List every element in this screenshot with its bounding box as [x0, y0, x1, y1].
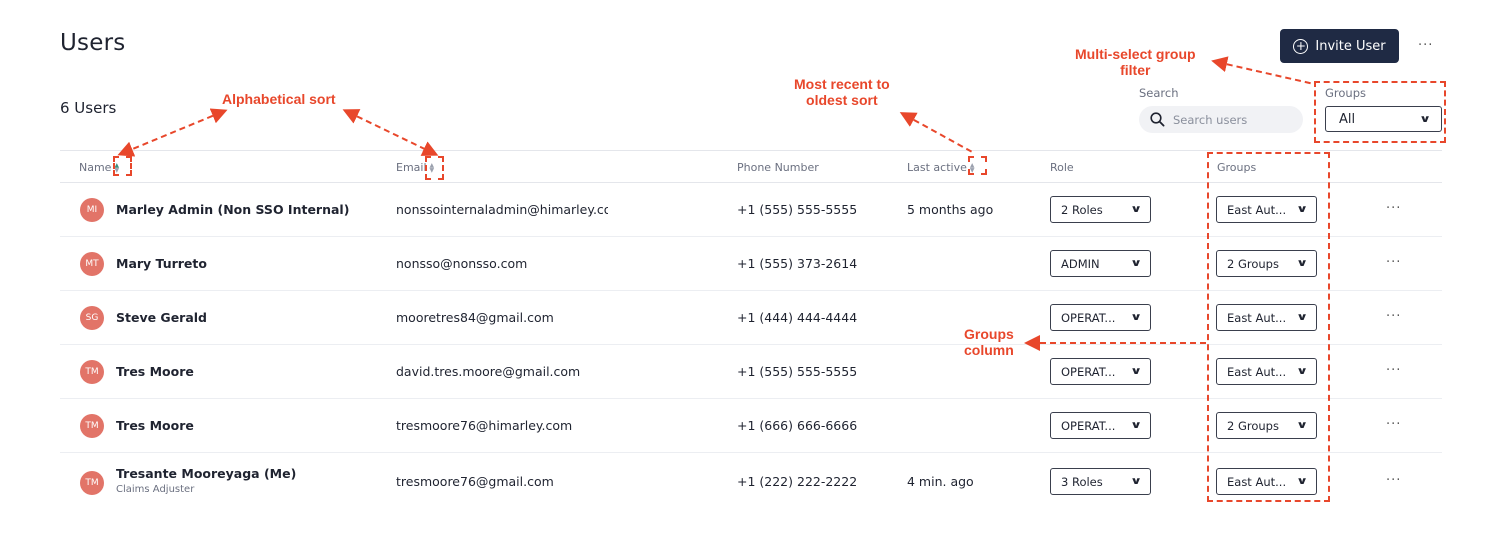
user-name: Steve Gerald [116, 310, 208, 325]
column-header-label: Phone Number [737, 161, 819, 174]
column-header-role: Role [1050, 161, 1074, 174]
chevron-down-icon: ∨ [1129, 312, 1143, 323]
role-select-value: OPERAT... [1061, 364, 1116, 379]
user-phone: +1 (444) 444-4444 [737, 310, 858, 325]
avatar: TM [80, 360, 104, 384]
column-header-label: Name [79, 161, 112, 174]
role-select-value: OPERAT... [1061, 310, 1116, 325]
user-last-active: 4 min. ago [907, 474, 974, 489]
page-title: Users [60, 30, 126, 56]
user-name: Tresante Mooreyaga (Me) [116, 466, 297, 481]
search-icon [1150, 112, 1165, 127]
avatar: MI [80, 198, 104, 222]
user-phone: +1 (666) 666-6666 [737, 418, 858, 433]
avatar: TM [80, 471, 104, 495]
user-phone: +1 (222) 222-2222 [737, 474, 858, 489]
row-more-options-icon[interactable]: ··· [1386, 309, 1401, 324]
role-select[interactable]: 2 Roles ∨ [1050, 196, 1151, 223]
page-more-options-icon[interactable]: ··· [1418, 38, 1433, 53]
annotation-alphabetical-sort: Alphabetical sort [222, 91, 336, 107]
role-select-value: ADMIN [1061, 256, 1100, 271]
chevron-down-icon: ∨ [1129, 420, 1143, 431]
column-header-last-active[interactable]: Last active ▲ ▼ [907, 161, 974, 174]
column-header-phone: Phone Number [737, 161, 819, 174]
user-last-active: 5 months ago [907, 202, 994, 217]
user-name: Tres Moore [116, 418, 194, 433]
annotation-group-filter: Multi-select group filter [1075, 46, 1196, 78]
column-header-label: Last active [907, 161, 967, 174]
column-header-label: Email [396, 161, 427, 174]
avatar: SG [80, 306, 104, 330]
chevron-down-icon: ∨ [1129, 204, 1143, 215]
row-more-options-icon[interactable]: ··· [1386, 363, 1401, 378]
role-select[interactable]: OPERAT... ∨ [1050, 358, 1151, 385]
row-more-options-icon[interactable]: ··· [1386, 417, 1401, 432]
avatar: MT [80, 252, 104, 276]
role-select[interactable]: OPERAT... ∨ [1050, 304, 1151, 331]
annotation-recent-sort: Most recent to oldest sort [794, 76, 890, 108]
invite-user-label: Invite User [1315, 38, 1386, 54]
chevron-down-icon: ∨ [1129, 476, 1143, 487]
role-select-value: 2 Roles [1061, 202, 1103, 217]
user-email: nonsso@nonsso.com [396, 256, 528, 271]
search-input[interactable] [1173, 112, 1283, 127]
search-label: Search [1139, 86, 1179, 100]
user-name: Marley Admin (Non SSO Internal) [116, 202, 350, 217]
annotation-highlight-last-active-sort [968, 156, 987, 175]
chevron-down-icon: ∨ [1129, 366, 1143, 377]
column-header-label: Role [1050, 161, 1074, 174]
chevron-down-icon: ∨ [1129, 258, 1143, 269]
row-more-options-icon[interactable]: ··· [1386, 473, 1401, 488]
search-box[interactable] [1139, 106, 1303, 133]
role-select-value: 3 Roles [1061, 474, 1103, 489]
user-email: tresmoore76@gmail.com [396, 474, 554, 489]
plus-circle-icon: + [1293, 38, 1309, 54]
row-more-options-icon[interactable]: ··· [1386, 255, 1401, 270]
user-email: nonssointernaladmin@himarley.com [396, 202, 608, 217]
annotation-highlight-email-sort [425, 156, 444, 180]
role-select[interactable]: 3 Roles ∨ [1050, 468, 1151, 495]
user-phone: +1 (555) 555-5555 [737, 202, 858, 217]
user-phone: +1 (555) 555-5555 [737, 364, 858, 379]
user-name: Tres Moore [116, 364, 194, 379]
invite-user-button[interactable]: + Invite User [1280, 29, 1399, 63]
annotation-highlight-groups-filter [1314, 81, 1446, 143]
user-count: 6 Users [60, 99, 117, 117]
role-select[interactable]: ADMIN ∨ [1050, 250, 1151, 277]
role-select-value: OPERAT... [1061, 418, 1116, 433]
row-more-options-icon[interactable]: ··· [1386, 201, 1401, 216]
user-email: mooretres84@gmail.com [396, 310, 554, 325]
annotation-highlight-name-sort [113, 156, 132, 176]
annotation-highlight-groups-column [1207, 152, 1330, 502]
avatar: TM [80, 414, 104, 438]
user-name: Mary Turreto [116, 256, 207, 271]
role-select[interactable]: OPERAT... ∨ [1050, 412, 1151, 439]
user-email: david.tres.moore@gmail.com [396, 364, 581, 379]
user-phone: +1 (555) 373-2614 [737, 256, 858, 271]
annotation-groups-column: Groups column [964, 326, 1014, 358]
user-title: Claims Adjuster [116, 484, 195, 495]
user-email: tresmoore76@himarley.com [396, 418, 573, 433]
